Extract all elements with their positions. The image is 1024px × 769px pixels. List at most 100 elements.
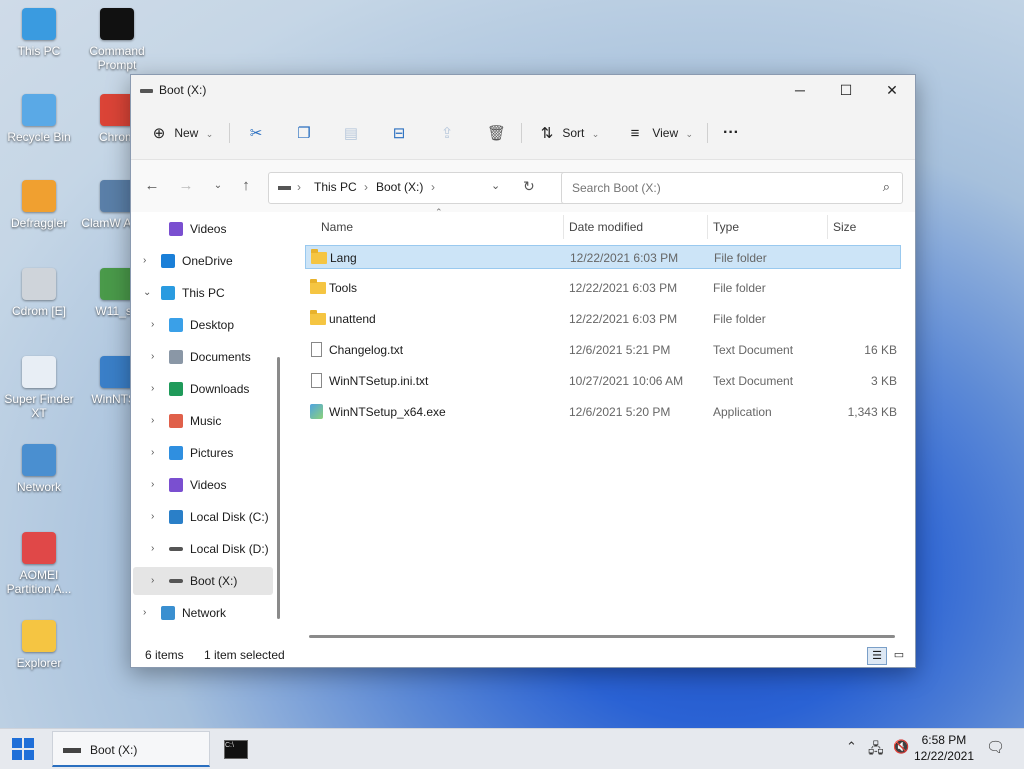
file-size: 16 KB xyxy=(864,343,897,357)
desktop-icon-aomei-partition-a[interactable]: AOMEI Partition A... xyxy=(0,532,78,596)
file-name: unattend xyxy=(329,312,376,326)
file-row[interactable]: Changelog.txt 12/6/2021 5:21 PM Text Docum… xyxy=(305,338,901,362)
nav-item-this-pc[interactable]: ⌄ This PC xyxy=(133,279,273,307)
close-button[interactable]: ✕ xyxy=(869,75,915,105)
desktop-icon-cdrom-e[interactable]: Cdrom [E] xyxy=(0,268,78,318)
nav-item-music[interactable]: › Music xyxy=(133,407,273,435)
windows-drive-icon xyxy=(169,510,183,524)
view-button[interactable]: ≡ View ⌄ xyxy=(627,121,693,145)
chevron-right-icon[interactable]: › xyxy=(151,375,154,403)
file-row[interactable]: Lang 12/22/2021 6:03 PM File folder xyxy=(305,245,901,269)
chevron-right-icon[interactable]: › xyxy=(151,567,154,595)
desktop-icon-explorer[interactable]: Explorer xyxy=(0,620,78,670)
desktop-icon-label: Recycle Bin xyxy=(7,130,71,144)
up-arrow-icon[interactable]: ↑ xyxy=(235,175,257,197)
file-date-modified: 10/27/2021 10:06 AM xyxy=(569,374,684,388)
breadcrumb-boot-x[interactable]: Boot (X:) xyxy=(376,180,423,194)
chevron-down-icon[interactable]: ⌄ xyxy=(143,279,151,307)
column-header-date-modified[interactable]: Date modified xyxy=(569,213,643,241)
network-status-icon[interactable]: 🖧 xyxy=(868,738,884,762)
chevron-right-icon[interactable]: › xyxy=(151,535,154,563)
more-options-button[interactable]: ··· xyxy=(723,121,739,145)
desktop-icon-super-finder-xt[interactable]: Super Finder XT xyxy=(0,356,78,420)
nav-item-label: Videos xyxy=(190,222,227,236)
navigation-pane: Videos › OneDrive ⌄ This PC › Desktop › Document… xyxy=(131,213,273,643)
chevron-right-icon[interactable]: › xyxy=(143,599,146,627)
desktop-icon-label: Command Prompt xyxy=(89,44,145,72)
nav-item-label: This PC xyxy=(182,286,225,300)
sort-button[interactable]: ⇅ Sort ⌄ xyxy=(539,121,600,145)
file-row[interactable]: WinNTSetup.ini.txt 10/27/2021 10:06 AM Tex… xyxy=(305,369,901,393)
details-view-icon[interactable]: ☰ xyxy=(867,647,887,665)
minimize-button[interactable]: ─ xyxy=(777,75,823,105)
file-date-modified: 12/22/2021 6:03 PM xyxy=(570,251,679,265)
taskbar-explorer-button[interactable]: Boot (X:) xyxy=(52,731,210,767)
nav-item-network[interactable]: › Network xyxy=(133,599,273,627)
back-arrow-icon[interactable]: ← xyxy=(141,175,163,197)
file-row[interactable]: unattend 12/22/2021 6:03 PM File folder xyxy=(305,307,901,331)
breadcrumb-this-pc[interactable]: This PC xyxy=(314,180,357,194)
volume-muted-icon[interactable]: 🔇 xyxy=(893,739,909,755)
chevron-right-icon[interactable]: › xyxy=(151,439,154,467)
chevron-right-icon[interactable]: › xyxy=(151,343,154,371)
nav-item-videos[interactable]: Videos xyxy=(133,215,273,243)
file-row[interactable]: Tools 12/22/2021 6:03 PM File folder xyxy=(305,276,901,300)
desktop-icon-recycle-bin[interactable]: Recycle Bin xyxy=(0,94,78,144)
address-history-chevron-icon[interactable]: ⌄ xyxy=(491,179,500,192)
nav-item-documents[interactable]: › Documents xyxy=(133,343,273,371)
file-list-scrollbar[interactable] xyxy=(309,635,895,638)
search-box[interactable]: ⌕ xyxy=(561,172,903,204)
taskbar-command-prompt-button[interactable]: C:\ xyxy=(218,731,252,767)
nav-item-boot-x[interactable]: › Boot (X:) xyxy=(133,567,273,595)
desktop-icon-this-pc[interactable]: This PC xyxy=(0,8,78,58)
title-bar[interactable]: Boot (X:) ─ ☐ ✕ xyxy=(131,75,915,107)
command-bar: ⊕ New ⌄ ✂ ❐ ▤ ⊟ ⇪ 🗑 ⇅ Sort ⌄ ≡ View ⌄ ··… xyxy=(131,107,915,160)
chevron-right-icon[interactable]: › xyxy=(151,407,154,435)
start-button[interactable] xyxy=(8,731,40,767)
desktop-icon-defraggler[interactable]: Defraggler xyxy=(0,180,78,230)
trash-icon: 🗑 xyxy=(487,124,507,142)
paste-button[interactable]: ▤ xyxy=(343,121,359,145)
search-input[interactable] xyxy=(570,180,864,196)
desktop-icon-command-prompt[interactable]: Command Prompt xyxy=(78,8,156,72)
share-button[interactable]: ⇪ xyxy=(439,121,455,145)
desktop-icon-network[interactable]: Network xyxy=(0,444,78,494)
breadcrumb-separator-icon: › xyxy=(364,180,368,194)
nav-item-label: Pictures xyxy=(190,446,234,460)
nav-item-onedrive[interactable]: › OneDrive xyxy=(133,247,273,275)
nav-item-downloads[interactable]: › Downloads xyxy=(133,375,273,403)
aomei-icon xyxy=(22,532,56,564)
delete-button[interactable]: 🗑 xyxy=(487,121,507,145)
rename-button[interactable]: ⊟ xyxy=(391,121,407,145)
system-clock[interactable]: 6:58 PM 12/22/2021 xyxy=(914,732,974,764)
chevron-right-icon[interactable]: › xyxy=(143,247,146,275)
nav-item-desktop[interactable]: › Desktop xyxy=(133,311,273,339)
large-icons-view-icon[interactable]: ▭ xyxy=(889,647,909,665)
show-hidden-icons-icon[interactable]: ⌃ xyxy=(846,739,857,755)
column-header-size[interactable]: Size xyxy=(833,213,856,241)
documents-icon xyxy=(169,350,183,364)
nav-item-pictures[interactable]: › Pictures xyxy=(133,439,273,467)
new-button[interactable]: ⊕ New ⌄ xyxy=(151,121,214,145)
column-header-name[interactable]: Name xyxy=(321,213,353,241)
column-header-type[interactable]: Type xyxy=(713,213,739,241)
forward-arrow-icon[interactable]: → xyxy=(175,175,197,197)
nav-item-local-disk-c[interactable]: › Local Disk (C:) xyxy=(133,503,273,531)
chevron-right-icon[interactable]: › xyxy=(151,311,154,339)
notifications-icon[interactable]: 🗨 xyxy=(986,738,1005,756)
file-row[interactable]: WinNTSetup_x64.exe 12/6/2021 5:20 PM Appli… xyxy=(305,400,901,424)
nav-item-local-disk-d[interactable]: › Local Disk (D:) xyxy=(133,535,273,563)
chevron-right-icon[interactable]: › xyxy=(151,503,154,531)
terminal-icon xyxy=(100,8,134,40)
nav-item-label: Network xyxy=(182,606,227,620)
copy-button[interactable]: ❐ xyxy=(296,121,312,145)
file-name: WinNTSetup_x64.exe xyxy=(329,405,446,419)
cut-button[interactable]: ✂ xyxy=(248,121,264,145)
recent-locations-chevron-icon[interactable]: ⌄ xyxy=(207,175,229,197)
chevron-right-icon[interactable]: › xyxy=(151,471,154,499)
nav-item-videos[interactable]: › Videos xyxy=(133,471,273,499)
refresh-icon[interactable]: ↻ xyxy=(523,178,535,195)
maximize-button[interactable]: ☐ xyxy=(823,75,869,105)
winntsetup-icon xyxy=(100,356,134,388)
navigation-pane-scrollbar[interactable] xyxy=(277,357,280,619)
